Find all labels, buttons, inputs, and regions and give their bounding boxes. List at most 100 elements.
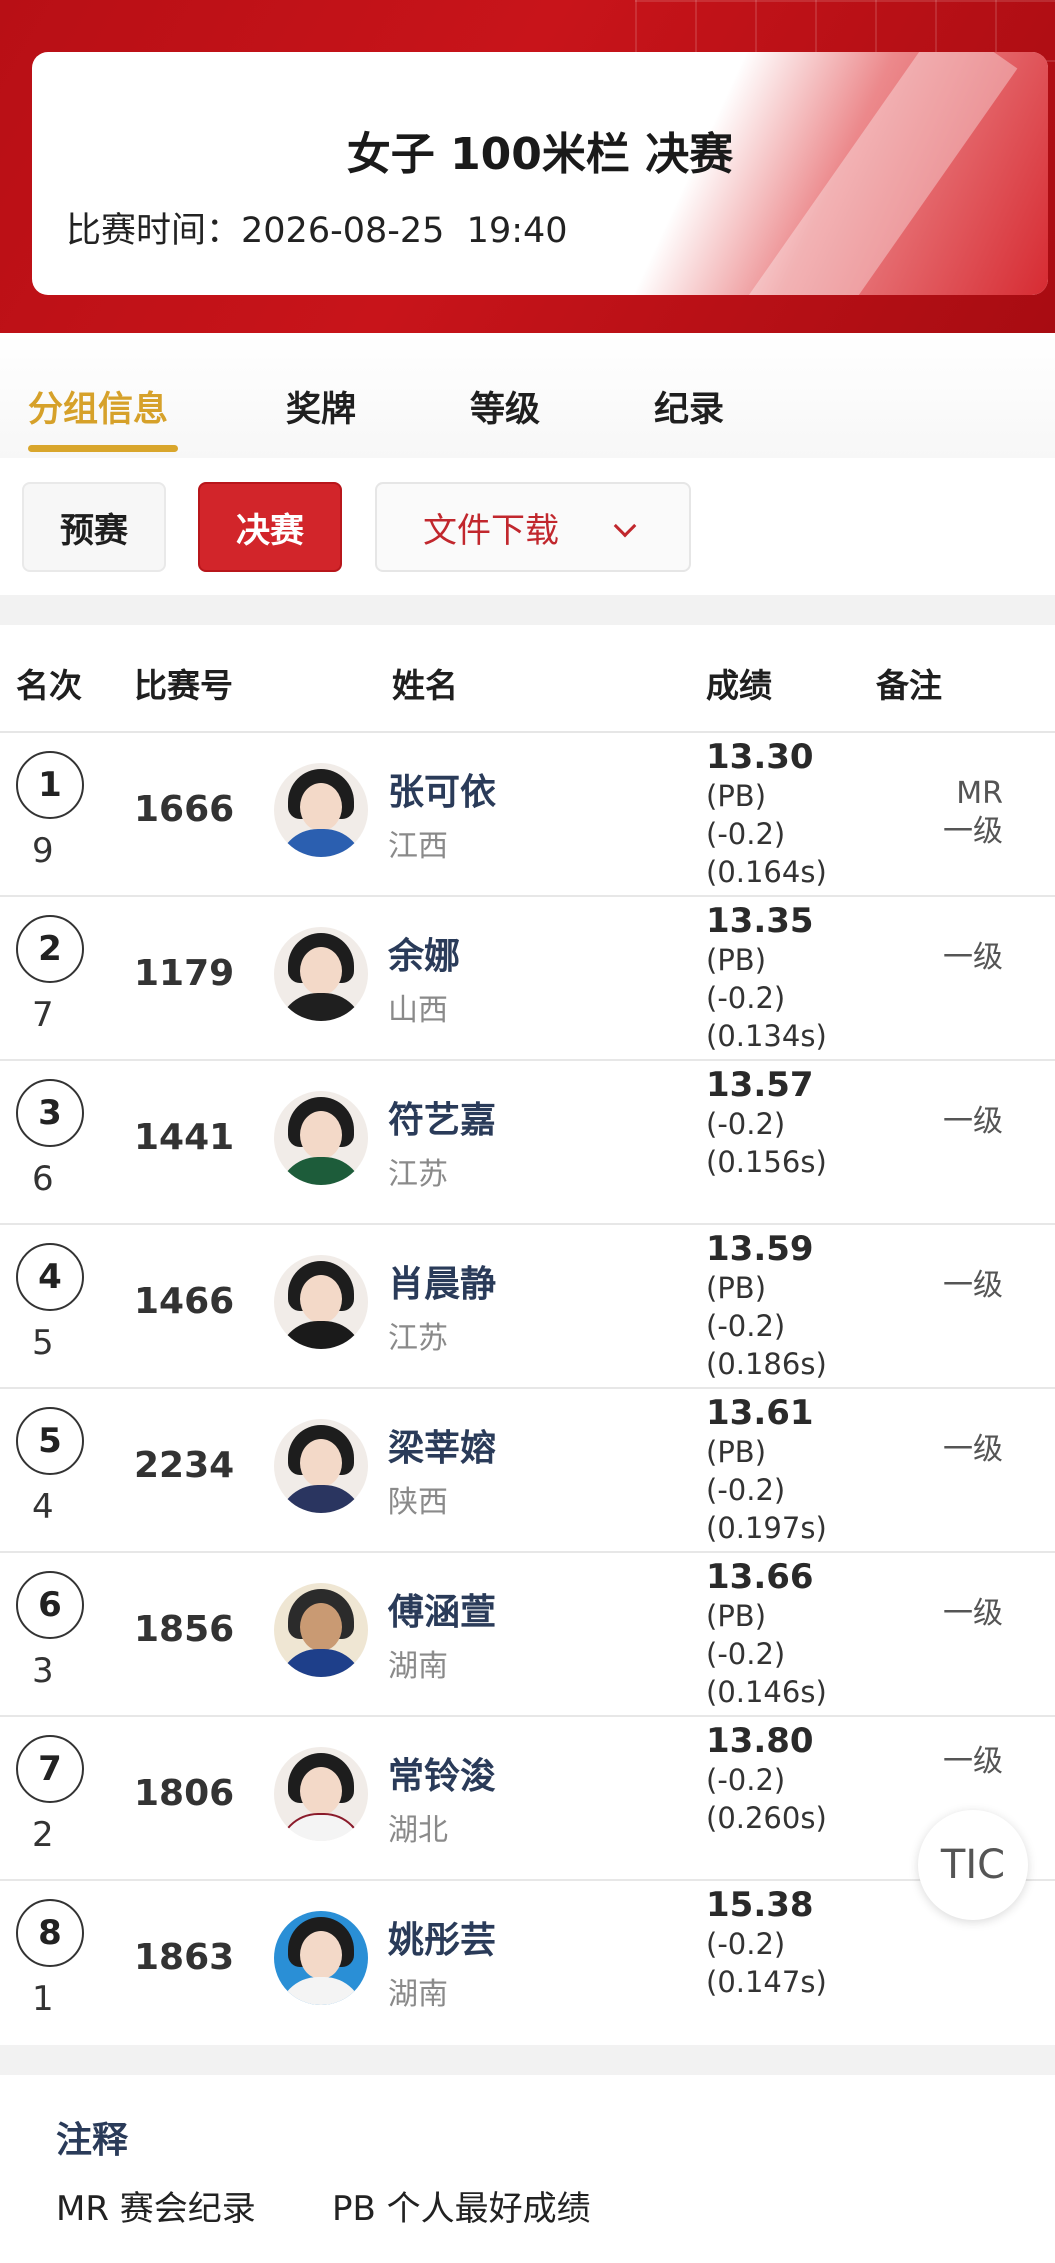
rank-badge: 6 bbox=[16, 1571, 84, 1639]
athlete-avatar bbox=[274, 1091, 368, 1185]
header-rank: 名次 bbox=[16, 666, 82, 705]
grade-tag: 一级 bbox=[943, 1596, 1003, 1631]
remarks: 一级 bbox=[883, 1431, 1003, 1469]
table-row[interactable]: 6 3 1856 傅涵萱 湖南 13.66 (PB) (-0.2) (0.146… bbox=[0, 1553, 1055, 1717]
grade-tag: 一级 bbox=[943, 940, 1003, 975]
rank-badge: 8 bbox=[16, 1899, 84, 1967]
bib-number: 1441 bbox=[134, 1117, 235, 1158]
wind-reading: (-0.2) bbox=[706, 1107, 786, 1141]
remarks: 一级 bbox=[883, 1743, 1003, 1781]
athlete-name[interactable]: 符艺嘉 bbox=[388, 1091, 496, 1143]
athlete-name[interactable]: 傅涵萱 bbox=[388, 1583, 496, 1635]
section-divider bbox=[0, 595, 1055, 625]
header-bib: 比赛号 bbox=[134, 666, 233, 705]
result-mark: 13.61 bbox=[706, 1393, 814, 1433]
performance: 13.61 (PB) (-0.2) (0.197s) bbox=[706, 1393, 896, 1547]
athlete-avatar bbox=[274, 1583, 368, 1677]
bib-number: 1466 bbox=[134, 1281, 235, 1322]
pb-tag: (PB) bbox=[706, 1599, 767, 1633]
results-table-body: 1 9 1666 张可依 江西 13.30 (PB) (-0.2) (0.164… bbox=[0, 733, 1055, 2045]
wind-reading: (-0.2) bbox=[706, 1763, 786, 1797]
event-time: 比赛时间：2026-08-25 19:40 bbox=[66, 202, 568, 253]
bib-number: 2234 bbox=[134, 1445, 235, 1486]
wind-reading: (-0.2) bbox=[706, 981, 786, 1015]
legend-mr: MR 赛会纪录 bbox=[56, 2189, 256, 2229]
final-button[interactable]: 决赛 bbox=[198, 482, 342, 572]
athlete-avatar bbox=[274, 1255, 368, 1349]
bib-number: 1856 bbox=[134, 1609, 235, 1650]
notes-section: 注释 MR 赛会纪录 PB 个人最好成绩 bbox=[0, 2075, 1055, 2263]
wind-reading: (-0.2) bbox=[706, 1473, 786, 1507]
table-row[interactable]: 2 7 1179 余娜 山西 13.35 (PB) (-0.2) (0.134s… bbox=[0, 897, 1055, 1061]
rank-badge: 1 bbox=[16, 751, 84, 819]
result-mark: 13.57 bbox=[706, 1065, 814, 1105]
wind-reading: (-0.2) bbox=[706, 1309, 786, 1343]
athlete-province: 陕西 bbox=[388, 1485, 448, 1520]
athlete-avatar bbox=[274, 763, 368, 857]
notes-title: 注释 bbox=[56, 2120, 129, 2161]
section-divider bbox=[0, 2045, 1055, 2075]
tic-floating-button[interactable]: TIC bbox=[918, 1810, 1028, 1920]
table-row[interactable]: 3 6 1441 符艺嘉 江苏 13.57 (-0.2) (0.156s) 一级 bbox=[0, 1061, 1055, 1225]
athlete-province: 湖北 bbox=[388, 1813, 448, 1848]
rank-badge: 5 bbox=[16, 1407, 84, 1475]
remarks: 一级 bbox=[883, 1595, 1003, 1633]
event-title: 女子 100米栏 决赛 bbox=[346, 129, 734, 180]
athlete-name[interactable]: 肖晨静 bbox=[388, 1255, 496, 1307]
athlete-avatar bbox=[274, 927, 368, 1021]
file-download-label: 文件下载 bbox=[423, 510, 559, 551]
prelim-button[interactable]: 预赛 bbox=[22, 482, 166, 572]
table-row[interactable]: 5 4 2234 梁莘嫆 陕西 13.61 (PB) (-0.2) (0.197… bbox=[0, 1389, 1055, 1553]
reaction-time: (0.186s) bbox=[706, 1347, 827, 1381]
rank-badge: 4 bbox=[16, 1243, 84, 1311]
tab-group-info[interactable]: 分组信息 bbox=[28, 381, 168, 432]
remarks: MR 一级 bbox=[883, 775, 1003, 851]
remarks: 一级 bbox=[883, 1267, 1003, 1305]
reaction-time: (0.260s) bbox=[706, 1801, 827, 1835]
header-name: 姓名 bbox=[392, 666, 458, 705]
performance: 15.38 (-0.2) (0.147s) bbox=[706, 1885, 896, 2001]
tab-medals[interactable]: 奖牌 bbox=[286, 381, 356, 432]
event-time-value: 2026-08-25 19:40 bbox=[241, 211, 568, 251]
table-row[interactable]: 1 9 1666 张可依 江西 13.30 (PB) (-0.2) (0.164… bbox=[0, 733, 1055, 897]
result-mark: 13.80 bbox=[706, 1721, 814, 1761]
legend-pb: PB 个人最好成绩 bbox=[332, 2189, 591, 2229]
athlete-name[interactable]: 余娜 bbox=[388, 927, 460, 979]
lane-number: 5 bbox=[32, 1323, 54, 1363]
performance: 13.57 (-0.2) (0.156s) bbox=[706, 1065, 896, 1181]
lane-number: 1 bbox=[32, 1979, 54, 2019]
lane-number: 6 bbox=[32, 1159, 54, 1199]
athlete-province: 湖南 bbox=[388, 1649, 448, 1684]
athlete-name[interactable]: 张可依 bbox=[388, 763, 496, 815]
athlete-avatar bbox=[274, 1911, 368, 2005]
performance: 13.66 (PB) (-0.2) (0.146s) bbox=[706, 1557, 896, 1711]
athlete-name[interactable]: 梁莘嫆 bbox=[388, 1419, 496, 1471]
pb-tag: (PB) bbox=[706, 1435, 767, 1469]
chevron-down-icon bbox=[613, 514, 637, 538]
performance: 13.30 (PB) (-0.2) (0.164s) bbox=[706, 737, 896, 891]
lane-number: 9 bbox=[32, 831, 54, 871]
wind-reading: (-0.2) bbox=[706, 817, 786, 851]
athlete-name[interactable]: 姚彤芸 bbox=[388, 1911, 496, 1963]
reaction-time: (0.164s) bbox=[706, 855, 827, 889]
result-mark: 15.38 bbox=[706, 1885, 814, 1925]
bib-number: 1863 bbox=[134, 1937, 235, 1978]
tab-records[interactable]: 纪录 bbox=[654, 381, 724, 432]
lane-number: 4 bbox=[32, 1487, 54, 1527]
tab-bar: 分组信息 奖牌 等级 纪录 bbox=[0, 333, 1055, 458]
grade-tag: 一级 bbox=[943, 1268, 1003, 1303]
remarks: 一级 bbox=[883, 1103, 1003, 1141]
reaction-time: (0.134s) bbox=[706, 1019, 827, 1053]
result-mark: 13.59 bbox=[706, 1229, 814, 1269]
header-result: 成绩 bbox=[706, 666, 772, 705]
tab-grades[interactable]: 等级 bbox=[470, 381, 540, 432]
event-time-label: 比赛时间： bbox=[66, 211, 242, 251]
result-mark: 13.66 bbox=[706, 1557, 814, 1597]
table-row[interactable]: 4 5 1466 肖晨静 江苏 13.59 (PB) (-0.2) (0.186… bbox=[0, 1225, 1055, 1389]
table-row[interactable]: 8 1 1863 姚彤芸 湖南 15.38 (-0.2) (0.147s) bbox=[0, 1881, 1055, 2045]
active-tab-indicator bbox=[28, 445, 178, 452]
athlete-name[interactable]: 常铃浚 bbox=[388, 1747, 496, 1799]
file-download-dropdown[interactable]: 文件下载 bbox=[375, 482, 691, 572]
table-row[interactable]: 7 2 1806 常铃浚 湖北 13.80 (-0.2) (0.260s) 一级 bbox=[0, 1717, 1055, 1881]
grade-tag: 一级 bbox=[943, 1432, 1003, 1467]
